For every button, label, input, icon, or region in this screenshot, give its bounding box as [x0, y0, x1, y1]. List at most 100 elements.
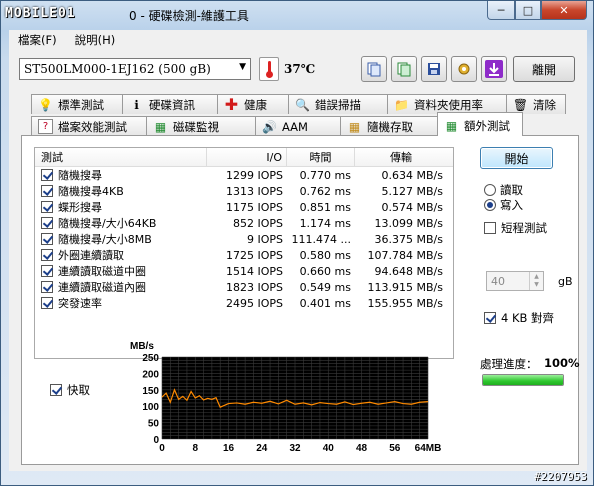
folder-icon: 📁	[394, 97, 409, 112]
start-button[interactable]: 開始	[480, 147, 553, 169]
close-button[interactable]: ✕	[541, 1, 587, 20]
tab-row-1: 💡 標準測試 ℹ 硬碟資訊 ✚ 健康 🔍 錯誤掃描 📁 資料夾使用率 🗑 清除	[31, 94, 566, 114]
row-checkbox[interactable]	[41, 249, 53, 261]
table-row[interactable]: 隨機搜尋/大小64KB 852 IOPS 1.174 ms 13.099 MB/s	[35, 215, 453, 231]
red-cross-icon: ✚	[224, 95, 239, 114]
tab-benchmark[interactable]: 💡 標準測試	[31, 94, 123, 114]
app-window: MOBILE01 0 - 硬碟檢測-維護工具 ─ □ ✕ 檔案(F) 說明(H)…	[0, 0, 594, 486]
read-radio[interactable]: 讀取	[484, 182, 523, 198]
align-4kb-checkbox[interactable]: 4 KB 對齊	[484, 310, 554, 326]
client-area: ST500LM000-1EJ162 (500 gB) ▼ 37℃ 離開 💡 標準…	[9, 50, 587, 471]
title-bar[interactable]: MOBILE01 0 - 硬碟檢測-維護工具 ─ □ ✕	[1, 1, 593, 27]
col-time[interactable]: 時間	[287, 148, 355, 166]
progress-fill	[483, 375, 563, 385]
tab-aam[interactable]: 🔊 AAM	[255, 116, 341, 136]
short-test-checkbox[interactable]: 短程測試	[484, 220, 547, 236]
cache-checkbox[interactable]: 快取	[50, 382, 90, 398]
settings-icon	[458, 63, 470, 75]
drive-select-value: ST500LM000-1EJ162 (500 gB)	[24, 62, 211, 76]
tab-erase-label: 清除	[533, 97, 556, 112]
menu-file[interactable]: 檔案(F)	[9, 32, 66, 48]
size-spinner[interactable]: 40 ▲ ▼	[486, 271, 544, 291]
tab-extra-tests[interactable]: ▦ 額外測試	[437, 112, 523, 136]
row-checkbox[interactable]	[41, 201, 53, 213]
chart-x-tick: 56	[389, 443, 401, 454]
tab-error-scan[interactable]: 🔍 錯誤掃描	[288, 94, 388, 114]
chart-x-tick: 48	[356, 443, 368, 454]
table-row[interactable]: 隨機搜尋 1299 IOPS 0.770 ms 0.634 MB/s	[35, 167, 453, 183]
chart-bars-icon: ▦	[445, 118, 458, 133]
tab-info[interactable]: ℹ 硬碟資訊	[122, 94, 218, 114]
tab-benchmark-label: 標準測試	[58, 97, 104, 112]
copy-icon	[367, 62, 381, 77]
col-io[interactable]: I/O	[207, 148, 287, 166]
tab-error-scan-label: 錯誤掃描	[315, 97, 361, 112]
table-row[interactable]: 外圈連續讀取 1725 IOPS 0.580 ms 107.784 MB/s	[35, 247, 453, 263]
exit-button[interactable]: 離開	[513, 56, 575, 82]
chart-x-tick: 16	[223, 443, 235, 454]
row-io: 1823 IOPS	[225, 280, 283, 294]
short-test-box	[484, 222, 496, 234]
copy-green-button[interactable]	[391, 56, 417, 82]
row-io: 852 IOPS	[232, 216, 283, 230]
row-name-text: 隨機搜尋/大小64KB	[58, 217, 157, 230]
row-checkbox[interactable]	[41, 217, 53, 229]
maximize-button[interactable]: □	[515, 1, 541, 20]
row-checkbox[interactable]	[41, 297, 53, 309]
download-button[interactable]	[481, 56, 507, 82]
row-name-text: 隨機搜尋	[58, 169, 102, 182]
table-body: 隨機搜尋 1299 IOPS 0.770 ms 0.634 MB/s 隨機搜尋4KB 13…	[35, 167, 453, 311]
results-table: 測試 I/O 時間 傳輸 隨機搜尋 1299 IOPS 0.770 ms 0.634 …	[34, 147, 454, 359]
right-controls: 開始 讀取 寫入 短程測試 40 ▲ ▼ gB 4 KB 對齊 處理進度： 10…	[472, 136, 580, 386]
tab-file-benchmark[interactable]: ? 檔案效能測試	[31, 116, 147, 136]
table-row[interactable]: 隨機搜尋4KB 1313 IOPS 0.762 ms 5.127 MB/s	[35, 183, 453, 199]
col-test[interactable]: 測試	[35, 148, 207, 166]
write-radio[interactable]: 寫入	[484, 197, 523, 213]
tab-row-2: ? 檔案效能測試 ▦ 磁碟監視 🔊 AAM ▦ 隨機存取 ▦ 額外測試	[31, 112, 523, 136]
progress-value: 100%	[544, 356, 580, 370]
minimize-button[interactable]: ─	[487, 1, 515, 20]
short-test-label: 短程測試	[501, 221, 547, 235]
table-row[interactable]: 突發速率 2495 IOPS 0.401 ms 155.955 MB/s	[35, 295, 453, 311]
copy-button[interactable]	[361, 56, 387, 82]
size-value: 40	[491, 274, 505, 288]
tab-erase[interactable]: 🗑 清除	[506, 94, 566, 114]
row-checkbox[interactable]	[41, 281, 53, 293]
row-test-name: 隨機搜尋	[35, 167, 207, 183]
tab-random-access[interactable]: ▦ 隨機存取	[340, 116, 438, 136]
row-name-text: 突發速率	[58, 297, 102, 310]
settings-button[interactable]	[451, 56, 477, 82]
table-header: 測試 I/O 時間 傳輸	[35, 148, 453, 167]
row-time: 1.174 ms	[299, 216, 351, 230]
spinner-arrows-icon[interactable]: ▲ ▼	[529, 272, 543, 290]
row-checkbox[interactable]	[41, 185, 53, 197]
row-rate: 94.648 MB/s	[374, 264, 443, 278]
table-row[interactable]: 隨機搜尋/大小8MB 9 IOPS 111.474 ... 36.375 MB/s	[35, 231, 453, 247]
tab-folder-usage[interactable]: 📁 資料夾使用率	[387, 94, 507, 114]
table-row[interactable]: 連續讀取磁道中圈 1514 IOPS 0.660 ms 94.648 MB/s	[35, 263, 453, 279]
tab-disk-monitor[interactable]: ▦ 磁碟監視	[146, 116, 256, 136]
chart-y-tick: 200	[142, 369, 159, 380]
row-checkbox[interactable]	[41, 233, 53, 245]
row-name-text: 連續讀取磁道內圈	[58, 281, 146, 294]
info-icon: ℹ	[134, 97, 139, 112]
save-icon	[428, 63, 440, 75]
download-icon	[485, 60, 503, 78]
tab-health[interactable]: ✚ 健康	[217, 94, 289, 114]
tab-file-benchmark-label: 檔案效能測試	[58, 119, 127, 134]
write-radio-dot	[484, 199, 496, 211]
tab-random-access-label: 隨機存取	[367, 119, 413, 134]
row-checkbox[interactable]	[41, 169, 53, 181]
table-row[interactable]: 連續讀取磁道內圈 1823 IOPS 0.549 ms 113.915 MB/s	[35, 279, 453, 295]
table-row[interactable]: 蝶形搜尋 1175 IOPS 0.851 ms 0.574 MB/s	[35, 199, 453, 215]
row-checkbox[interactable]	[41, 265, 53, 277]
row-test-name: 突發速率	[35, 295, 207, 311]
col-rate[interactable]: 傳輸	[355, 148, 447, 166]
menu-help[interactable]: 說明(H)	[66, 32, 125, 48]
drive-select[interactable]: ST500LM000-1EJ162 (500 gB) ▼	[19, 58, 251, 80]
row-test-name: 蝶形搜尋	[35, 199, 207, 215]
row-name-text: 外圈連續讀取	[58, 249, 124, 262]
menu-bar: 檔案(F) 說明(H)	[9, 30, 587, 50]
save-button[interactable]	[421, 56, 447, 82]
magnifier-icon: 🔍	[295, 97, 310, 112]
